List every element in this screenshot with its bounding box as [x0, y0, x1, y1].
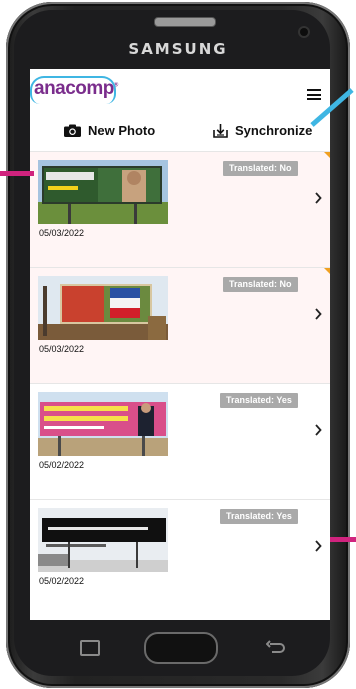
annotation-pointers	[0, 88, 356, 542]
thumbnail-pointer-line	[0, 171, 34, 176]
sync-pointer-line	[310, 88, 354, 127]
chevron-pointer-line	[330, 537, 356, 542]
